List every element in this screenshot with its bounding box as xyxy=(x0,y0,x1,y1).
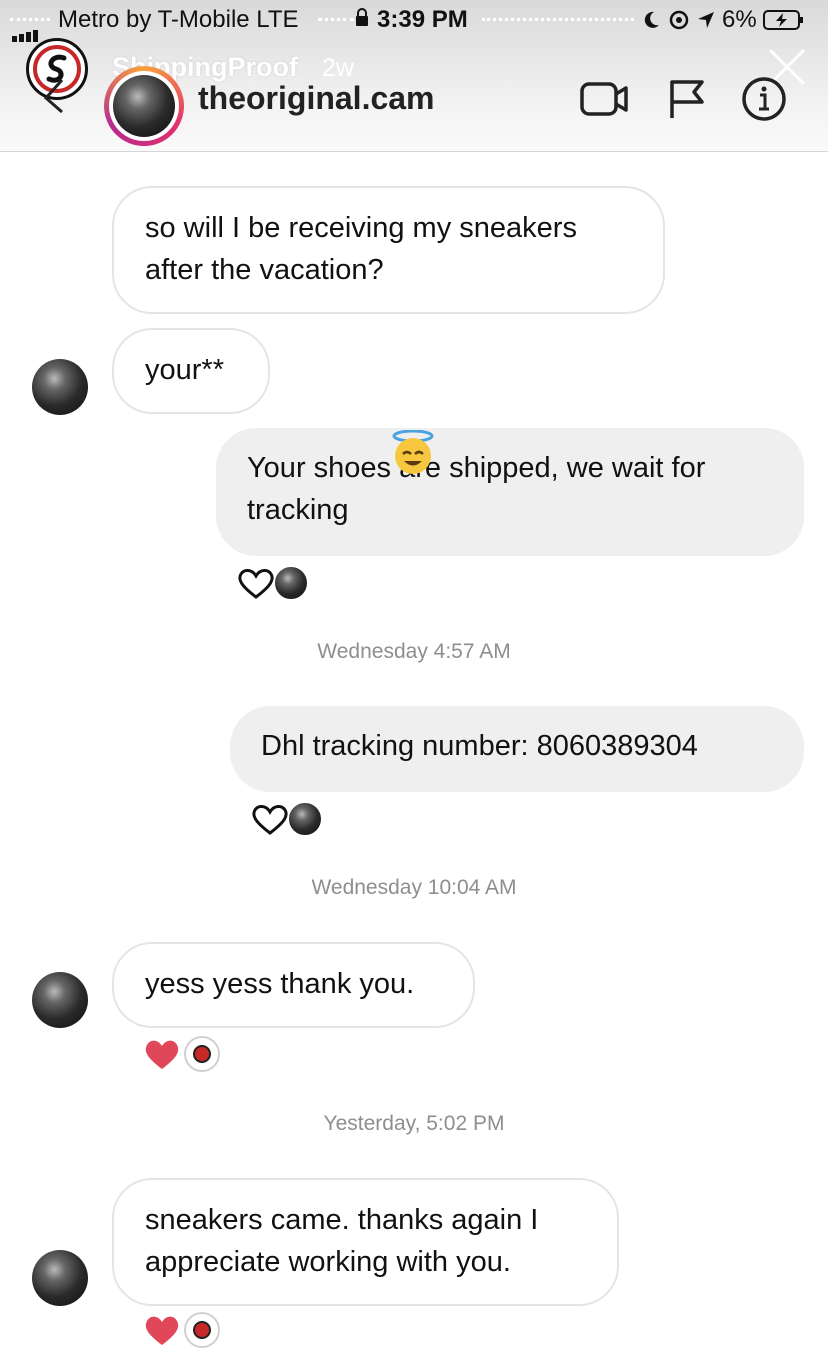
reaction-row[interactable] xyxy=(236,565,308,601)
flag-icon[interactable] xyxy=(662,76,714,122)
heart-icon[interactable] xyxy=(236,565,276,601)
status-bar: Metro by T-Mobile LTE 3:39 PM 6% xyxy=(0,2,828,42)
info-icon[interactable] xyxy=(738,76,790,122)
screen: Metro by T-Mobile LTE 3:39 PM 6% Shippin… xyxy=(0,0,828,1350)
message-text: Dhl tracking number: 8060389304 xyxy=(261,730,698,762)
story-progress-segment xyxy=(10,18,50,21)
heart-icon[interactable] xyxy=(250,801,290,837)
conversation-avatar[interactable] xyxy=(104,66,184,146)
video-call-icon[interactable] xyxy=(578,76,630,122)
battery-icon xyxy=(762,10,803,30)
story-header: Metro by T-Mobile LTE 3:39 PM 6% Shippin… xyxy=(0,0,828,152)
conversation-name[interactable]: theoriginal.cam xyxy=(198,80,435,117)
location-icon xyxy=(698,12,714,28)
message-text: yess yess thank you. xyxy=(145,968,415,1000)
sticker-avatar xyxy=(184,1036,220,1072)
chevron-left-icon[interactable] xyxy=(38,76,68,116)
message-text: your** xyxy=(145,354,224,386)
message-bubble[interactable]: Your shoes are shipped, we wait for trac… xyxy=(216,428,804,556)
message-text: Your shoes are shipped, we wait for trac… xyxy=(247,452,706,526)
story-age: 2w xyxy=(322,54,354,82)
lock-icon xyxy=(356,8,368,26)
avatar xyxy=(274,566,308,600)
clock: 3:39 PM xyxy=(377,6,468,33)
message-text: so will I be receiving my sneakers after… xyxy=(145,212,577,286)
avatar xyxy=(32,1250,88,1306)
status-right: 6% xyxy=(640,6,805,34)
timestamp: Wednesday 4:57 AM xyxy=(317,640,511,663)
avatar xyxy=(113,75,175,137)
message-text: sneakers came. thanks again I appreciate… xyxy=(145,1204,539,1278)
avatar xyxy=(32,359,88,415)
message-bubble[interactable]: Dhl tracking number: 8060389304 xyxy=(230,706,804,792)
reaction-row[interactable] xyxy=(142,1312,220,1348)
message-bubble[interactable]: sneakers came. thanks again I appreciate… xyxy=(112,1178,619,1306)
timestamp: Wednesday 10:04 AM xyxy=(311,876,517,899)
heart-icon[interactable] xyxy=(142,1312,182,1348)
message-bubble[interactable]: yess yess thank you. xyxy=(112,942,475,1028)
avatar xyxy=(32,972,88,1028)
reaction-row[interactable] xyxy=(250,801,322,837)
smiling-face-with-halo-icon xyxy=(392,430,434,474)
message-bubble[interactable]: your** xyxy=(112,328,270,414)
carrier-label: Metro by T-Mobile LTE xyxy=(58,6,299,33)
story-progress-segment xyxy=(318,18,354,21)
timestamp: Yesterday, 5:02 PM xyxy=(323,1112,505,1135)
avatar xyxy=(288,802,322,836)
moon-icon xyxy=(644,11,659,28)
message-bubble[interactable]: so will I be receiving my sneakers after… xyxy=(112,186,665,314)
sticker-avatar xyxy=(184,1312,220,1348)
reaction-row[interactable] xyxy=(142,1036,220,1072)
battery-percent: 6% xyxy=(722,6,757,33)
heart-icon[interactable] xyxy=(142,1036,182,1072)
orientation-lock-icon xyxy=(669,10,689,30)
story-progress-segment xyxy=(482,18,634,21)
